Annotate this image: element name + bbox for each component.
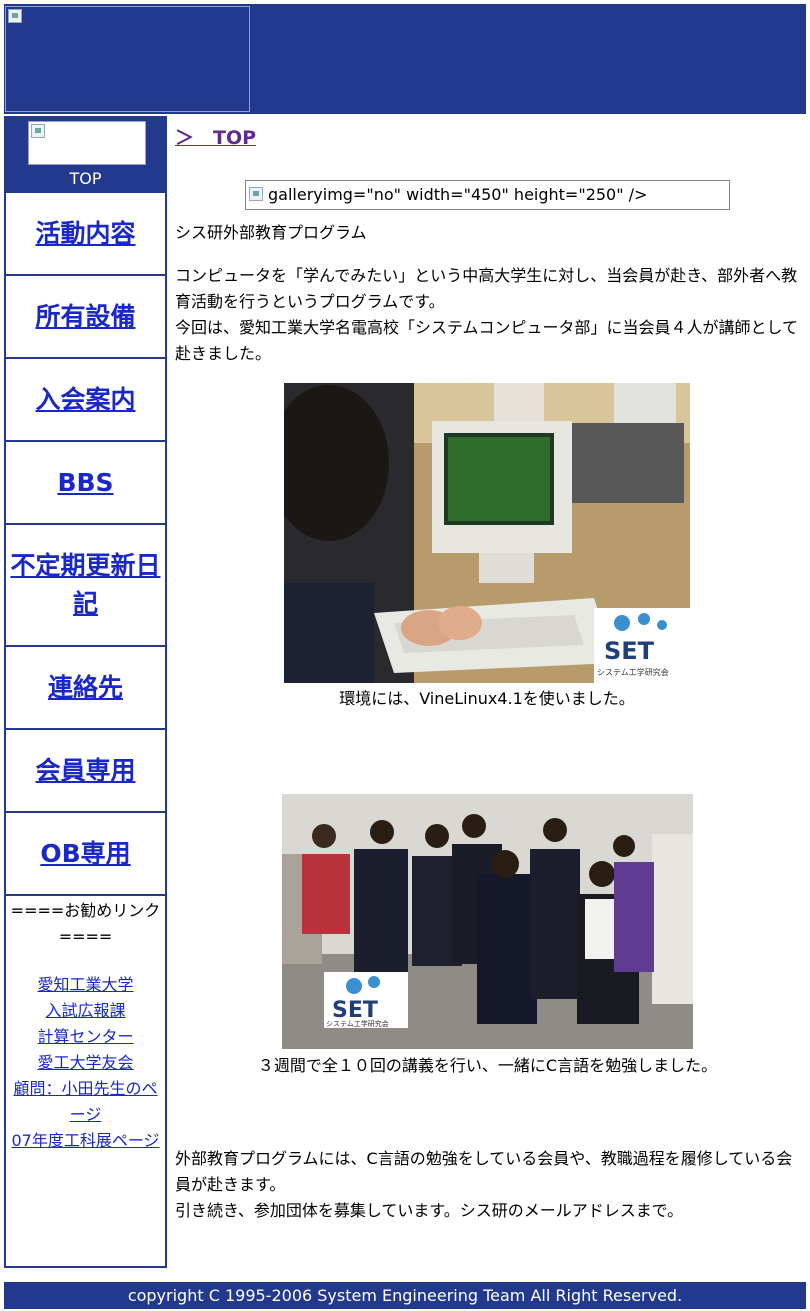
link-alumni[interactable]: 愛工大学友会: [6, 1050, 165, 1076]
nav-item-bbs: BBS: [6, 442, 165, 525]
gallery-image-placeholder: galleryimg="no" width="450" height="250"…: [245, 180, 730, 210]
sidebar-top-label[interactable]: TOP: [6, 169, 165, 188]
photo-student-computer-drawing: SET システム工学研究会: [284, 383, 690, 683]
nav-item-join: 入会案内: [6, 359, 165, 442]
outro-paragraph-1: 外部教育プログラムには、C言語の勉強をしている会員や、教職過程を履修している会員…: [175, 1149, 793, 1194]
nav-item-members: 会員専用: [6, 730, 165, 813]
links-heading: ====お勧めリンク====: [10, 901, 161, 946]
caption-photo-2: ３週間で全１０回の講義を行い、一緒にC言語を勉強しました。: [257, 1056, 718, 1075]
breadcrumb-top[interactable]: ＞ TOP: [175, 123, 256, 150]
photo-1-logo: SET: [604, 637, 655, 665]
nav-link-diary[interactable]: 不定期更新日記: [8, 547, 163, 623]
nav-link-equipment[interactable]: 所有設備: [35, 298, 135, 336]
recommended-links: ====お勧めリンク==== 愛知工業大学 入試広報課 計算センター 愛工大学友…: [6, 898, 165, 1154]
link-advisor-page[interactable]: 顧問：小田先生のページ: [6, 1076, 165, 1128]
caption-photo-1: 環境には、VineLinux4.1を使いました。: [339, 689, 635, 708]
photo-2-logo-sub: システム工学研究会: [326, 1019, 389, 1028]
nav-link-contact[interactable]: 連絡先: [48, 669, 123, 707]
sidebar: TOP 活動内容 所有設備 入会案内 BBS 不定期更新日記 連絡先 会員専用 …: [4, 116, 167, 1268]
nav-link-ob[interactable]: OB専用: [40, 835, 130, 873]
link-aichi-tech[interactable]: 愛知工業大学: [6, 972, 165, 998]
link-admissions[interactable]: 入試広報課: [6, 998, 165, 1024]
link-expo-page[interactable]: 07年度工科展ページ: [6, 1128, 165, 1154]
header-banner: [4, 4, 806, 114]
broken-image-icon: [8, 9, 22, 23]
nav-link-activities[interactable]: 活動内容: [35, 215, 135, 253]
footer-copyright: copyright C 1995-2006 System Engineering…: [4, 1282, 806, 1309]
nav-item-diary: 不定期更新日記: [6, 525, 165, 647]
nav-item-equipment: 所有設備: [6, 276, 165, 359]
photo-student-computer: SET システム工学研究会: [284, 383, 690, 683]
sidebar-top-block: TOP: [6, 118, 165, 193]
outro-paragraph-2: 引き続き、参加団体を募集しています。シス研のメールアドレスまで。: [175, 1201, 684, 1220]
intro-paragraph-2: 今回は、愛知工業大学名電高校「システムコンピュータ部」に当会員４人が講師として赴…: [175, 318, 799, 363]
nav-item-activities: 活動内容: [6, 193, 165, 276]
intro-paragraph-1: コンピュータを「学んでみたい」という中高大学生に対し、当会員が赴き、部外者へ教育…: [175, 266, 798, 311]
link-computing-center[interactable]: 計算センター: [6, 1024, 165, 1050]
photo-group: SET システム工学研究会: [282, 794, 693, 1049]
photo-group-drawing: SET システム工学研究会: [282, 794, 693, 1049]
nav-link-join[interactable]: 入会案内: [35, 381, 135, 419]
sidebar-top-image[interactable]: [28, 121, 146, 165]
nav-link-bbs[interactable]: BBS: [57, 464, 113, 502]
nav-link-members[interactable]: 会員専用: [35, 752, 135, 790]
broken-image-icon: [249, 187, 263, 201]
section-heading: シス研外部教育プログラム: [175, 223, 367, 242]
broken-image-icon: [31, 124, 45, 138]
nav-item-contact: 連絡先: [6, 647, 165, 730]
placeholder-alt-text: galleryimg="no" width="450" height="250"…: [268, 185, 648, 204]
nav-item-ob: OB専用: [6, 813, 165, 896]
photo-1-logo-sub: システム工学研究会: [597, 667, 669, 677]
header-image: [5, 6, 250, 112]
